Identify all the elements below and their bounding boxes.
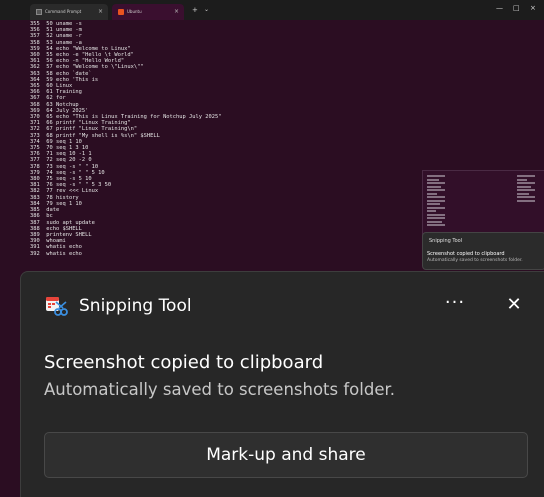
mini-title: Screenshot copied to clipboard [427,251,505,257]
tab-dropdown-button[interactable]: ⌄ [204,6,209,13]
tab-close-icon[interactable]: × [98,8,103,15]
tab-label: Ubuntu [127,9,142,14]
snipping-tool-notification: Snipping Tool ··· ✕ Screenshot copied to… [20,271,544,497]
mini-notification-preview: Snipping Tool Screenshot copied to clipb… [422,232,544,270]
tab-close-icon[interactable]: × [174,8,179,15]
command-prompt-icon [36,9,42,15]
more-options-button[interactable]: ··· [439,290,471,320]
mark-up-and-share-button[interactable]: Mark-up and share [44,432,528,478]
terminal-output[interactable]: 355 50 uname -s 356 51 uname -m 357 52 una… [30,21,430,271]
new-tab-button[interactable]: + [192,6,198,14]
tab-command-prompt[interactable]: Command Prompt × [30,4,108,20]
notification-subtitle: Automatically saved to screenshots folde… [44,380,395,399]
minimize-button[interactable]: — [496,4,503,12]
terminal-line: 392 whatis echo [30,250,82,257]
tab-ubuntu[interactable]: Ubuntu × [112,4,184,20]
close-notification-button[interactable]: ✕ [499,290,529,320]
maximize-button[interactable]: □ [513,4,520,12]
app-name: Snipping Tool [79,296,192,316]
close-window-button[interactable]: × [530,4,536,12]
thumbnail-text-column [517,175,535,203]
ubuntu-icon [118,9,124,15]
thumbnail-text-column [427,175,445,228]
mini-app-name: Snipping Tool [429,238,463,244]
terminal-titlebar: Command Prompt × Ubuntu × + ⌄ — □ × [0,0,544,20]
mini-subtitle: Automatically saved to screenshots folde… [427,258,523,263]
snipping-tool-icon [46,297,68,316]
notification-title: Screenshot copied to clipboard [44,352,324,373]
tab-label: Command Prompt [45,9,82,14]
